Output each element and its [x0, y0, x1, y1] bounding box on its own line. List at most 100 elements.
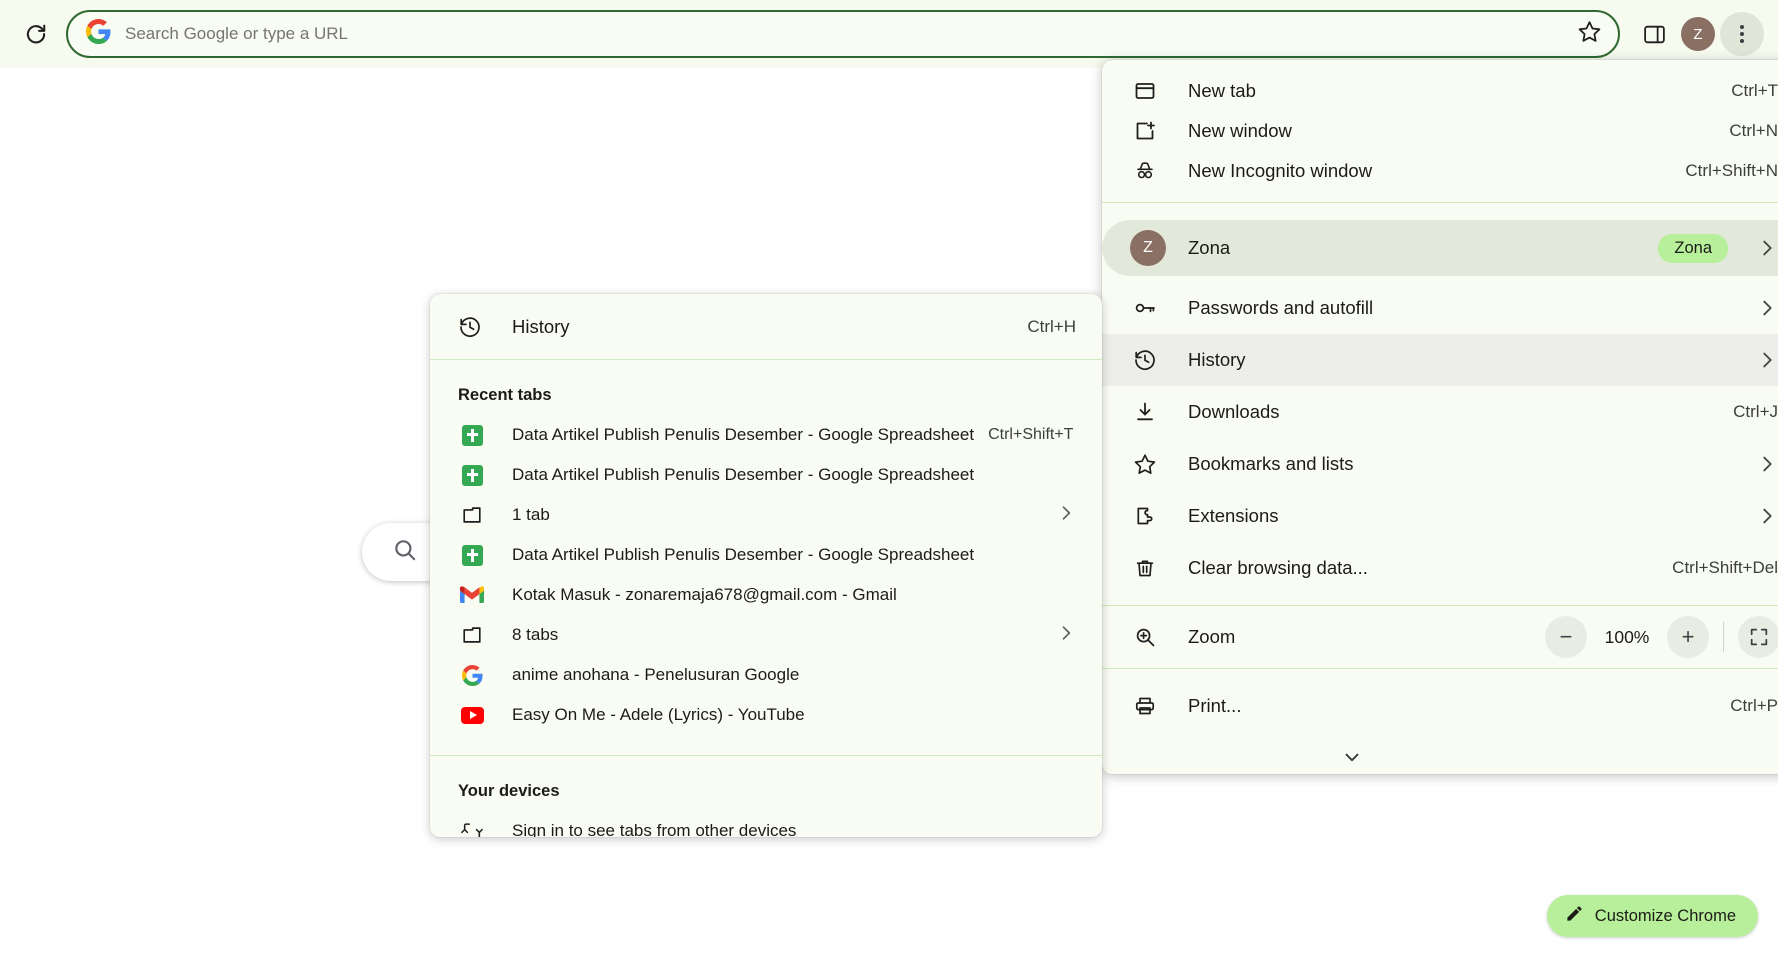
dot-icon — [1740, 25, 1744, 29]
menu-item-new-incognito-window[interactable]: New Incognito window Ctrl+Shift+N — [1102, 151, 1778, 191]
dot-icon — [1740, 32, 1744, 36]
youtube-icon — [458, 702, 486, 728]
menu-item-extensions[interactable]: Extensions — [1102, 490, 1778, 542]
list-item[interactable]: Kotak Masuk - zonaremaja678@gmail.com - … — [430, 575, 1102, 615]
chevron-right-icon — [1756, 349, 1778, 371]
list-item[interactable]: Data Artikel Publish Penulis Desember - … — [430, 415, 1102, 455]
chevron-right-icon — [1756, 297, 1778, 319]
list-item[interactable]: 1 tab — [430, 495, 1102, 535]
google-icon — [86, 19, 111, 49]
list-item[interactable]: 8 tabs — [430, 615, 1102, 655]
chevron-right-icon — [1056, 503, 1076, 528]
menu-item-label: Downloads — [1188, 401, 1280, 422]
list-item[interactable]: Data Artikel Publish Penulis Desember - … — [430, 535, 1102, 575]
list-item[interactable]: Data Artikel Publish Penulis Desember - … — [430, 455, 1102, 495]
menu-item-zoom: Zoom − 100% + — [1102, 606, 1778, 668]
menu-item-print[interactable]: Print... Ctrl+P — [1102, 680, 1778, 732]
menu-item-label: New Incognito window — [1188, 160, 1373, 181]
sign-in-devices-label: Sign in to see tabs from other devices — [512, 821, 797, 837]
list-item-shortcut: Ctrl+Shift+T — [988, 426, 1074, 443]
reload-button[interactable] — [14, 12, 58, 56]
menu-item-label: New window — [1188, 120, 1292, 141]
new-tab-icon — [1130, 79, 1160, 103]
menu-item-passwords-and-autofill[interactable]: Passwords and autofill — [1102, 282, 1778, 334]
menu-item-label: Passwords and autofill — [1188, 297, 1374, 318]
menu-item-bookmarks-and-lists[interactable]: Bookmarks and lists — [1102, 438, 1778, 490]
fullscreen-button[interactable] — [1738, 616, 1778, 658]
list-item-title: Kotak Masuk - zonaremaja678@gmail.com - … — [512, 585, 897, 604]
your-devices-heading: Your devices — [458, 782, 560, 800]
print-icon — [1130, 694, 1160, 718]
history-submenu-header[interactable]: History Ctrl+H — [430, 294, 1102, 360]
list-item-title: Data Artikel Publish Penulis Desember - … — [512, 545, 975, 564]
side-panel-button[interactable] — [1632, 12, 1676, 56]
chevron-right-icon — [1756, 505, 1778, 527]
trash-icon — [1130, 556, 1160, 580]
chevron-right-icon — [1756, 237, 1778, 259]
history-icon — [1130, 348, 1160, 372]
profile-badge: Zona — [1658, 233, 1728, 263]
menu-spacer — [1102, 203, 1778, 214]
gmail-icon — [458, 582, 486, 608]
new-window-icon — [1130, 119, 1160, 143]
google-icon — [458, 662, 486, 688]
key-icon — [1130, 296, 1160, 320]
address-bar[interactable] — [66, 10, 1620, 58]
chrome-main-menu: New tab Ctrl+T New window Ctrl+N New Inc… — [1102, 60, 1778, 774]
menu-item-label: Clear browsing data... — [1188, 557, 1368, 578]
menu-spacer — [1102, 60, 1778, 71]
search-icon — [392, 537, 418, 568]
menu-item-downloads[interactable]: Downloads Ctrl+J — [1102, 386, 1778, 438]
bookmark-star-icon[interactable] — [1577, 19, 1602, 49]
menu-item-new-window[interactable]: New window Ctrl+N — [1102, 111, 1778, 151]
menu-item-label: Extensions — [1188, 505, 1279, 526]
browser-window: Customize Chrome Search Google or type a… — [0, 0, 1778, 955]
chevron-right-icon — [1756, 453, 1778, 475]
extensions-icon — [1130, 504, 1160, 528]
address-bar-input[interactable] — [125, 24, 1567, 44]
zoom-out-button[interactable]: − — [1545, 616, 1587, 658]
menu-item-clear-browsing-data[interactable]: Clear browsing data... Ctrl+Shift+Del — [1102, 542, 1778, 594]
list-item-title: Easy On Me - Adele (Lyrics) - YouTube — [512, 705, 805, 724]
pencil-icon — [1565, 904, 1584, 928]
sign-in-devices-row[interactable]: Sign in to see tabs from other devices — [430, 811, 1102, 837]
customize-chrome-button[interactable]: Customize Chrome — [1546, 895, 1758, 937]
avatar: Z — [1130, 230, 1166, 266]
menu-item-label: Bookmarks and lists — [1188, 453, 1354, 474]
list-item-title: Data Artikel Publish Penulis Desember - … — [512, 465, 975, 484]
zoom-in-button[interactable]: + — [1667, 616, 1709, 658]
list-item-title: Data Artikel Publish Penulis Desember - … — [512, 425, 975, 444]
chrome-menu-button[interactable] — [1720, 12, 1764, 56]
tabgroup-icon — [458, 502, 486, 528]
menu-item-shortcut: Ctrl+J — [1733, 402, 1778, 421]
list-item[interactable]: Easy On Me - Adele (Lyrics) - YouTube — [430, 695, 1102, 735]
history-submenu: History Ctrl+H Recent tabs Data Artikel … — [430, 294, 1102, 837]
list-item-title: anime anohana - Penelusuran Google — [512, 665, 800, 684]
customize-chrome-label: Customize Chrome — [1594, 906, 1736, 925]
list-item-title: 8 tabs — [512, 625, 559, 644]
profile-name: Zona — [1188, 237, 1231, 258]
download-icon — [1130, 400, 1160, 424]
tabgroup-icon — [458, 622, 486, 648]
menu-item-label: New tab — [1188, 80, 1256, 101]
menu-item-profile[interactable]: Z Zona Zona — [1102, 220, 1778, 276]
list-item-title: 1 tab — [512, 505, 550, 524]
divider — [1723, 622, 1724, 652]
chevron-down-icon — [1345, 753, 1359, 762]
history-submenu-title: History — [512, 315, 570, 337]
menu-item-label: Print... — [1188, 695, 1242, 716]
menu-spacer — [1102, 669, 1778, 680]
chevron-right-icon — [1056, 623, 1076, 648]
menu-item-shortcut: Ctrl+Shift+N — [1685, 161, 1778, 180]
menu-spacer — [1102, 594, 1778, 605]
avatar: Z — [1681, 17, 1715, 51]
menu-item-new-tab[interactable]: New tab Ctrl+T — [1102, 71, 1778, 111]
menu-scroll-down-button[interactable] — [1102, 740, 1778, 774]
list-item[interactable]: anime anohana - Penelusuran Google — [430, 655, 1102, 695]
profile-button[interactable]: Z — [1676, 12, 1720, 56]
sheets-icon — [458, 462, 486, 488]
sheets-icon — [458, 422, 486, 448]
menu-item-history[interactable]: History — [1102, 334, 1778, 386]
dot-icon — [1740, 39, 1744, 43]
menu-spacer — [1102, 191, 1778, 202]
